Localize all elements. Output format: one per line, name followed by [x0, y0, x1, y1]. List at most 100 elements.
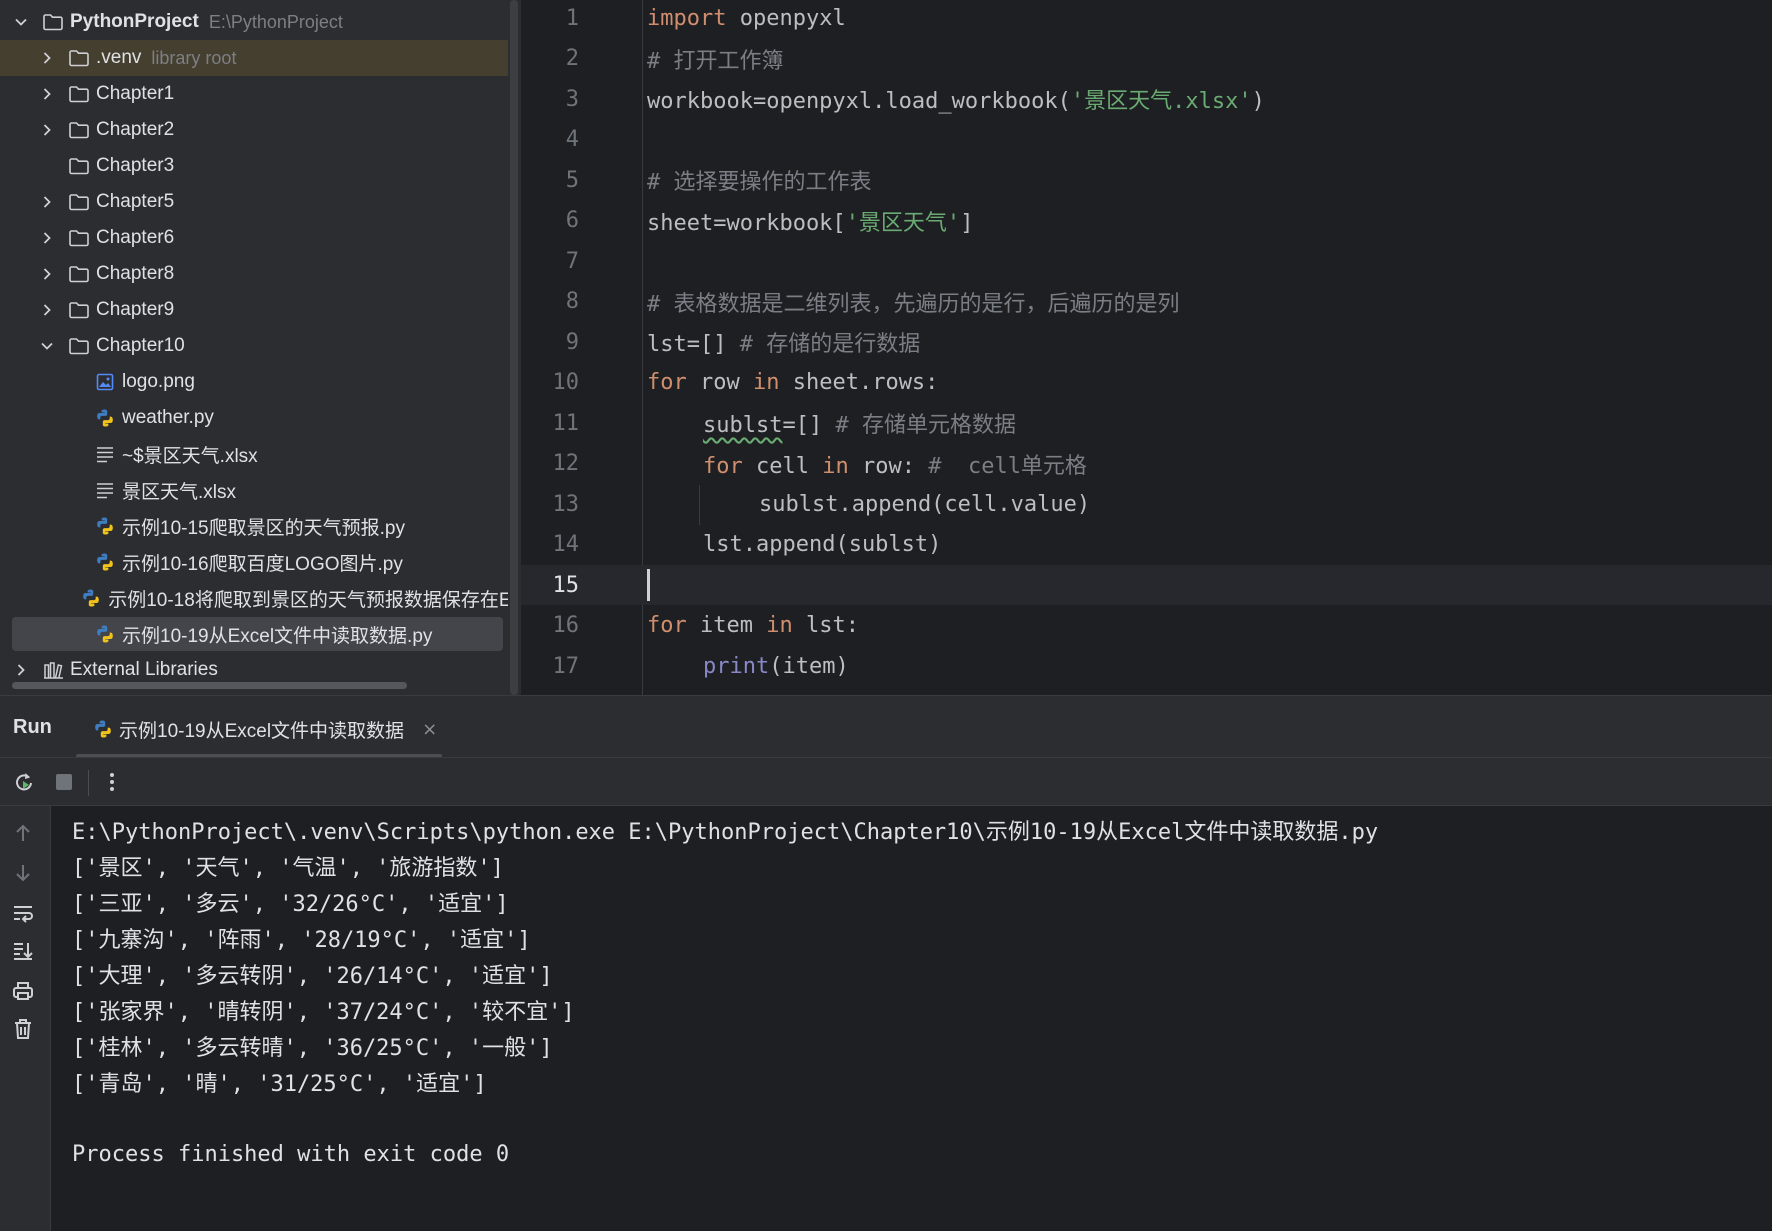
- tree-row-label: Chapter8: [96, 263, 175, 284]
- console-line: ['景区', '天气', '气温', '旅游指数']: [72, 856, 504, 881]
- folder-icon: [68, 48, 90, 68]
- arrow-up-icon[interactable]: [10, 820, 36, 846]
- tree-row[interactable]: 示例10-19从Excel文件中读取数据.py: [0, 616, 521, 652]
- code-line[interactable]: 14 lst.append(sublst): [521, 525, 1772, 565]
- chevron-right-icon[interactable]: [40, 231, 54, 245]
- tree-row[interactable]: Chapter1: [0, 76, 521, 112]
- chevron-right-icon[interactable]: [14, 663, 28, 677]
- tree-row-label: .venv: [96, 47, 142, 68]
- python-file-icon: [94, 408, 116, 428]
- arrow-down-icon[interactable]: [10, 860, 36, 886]
- tree-row-label: 示例10-18将爬取到景区的天气预报数据保存在Ex: [108, 589, 521, 611]
- tree-row[interactable]: 示例10-16爬取百度LOGO图片.py: [0, 544, 521, 580]
- code-line[interactable]: 10 for row in sheet.rows:: [521, 363, 1772, 403]
- tree-row-hint: E:\PythonProject: [208, 11, 343, 32]
- code-line[interactable]: 12 for cell in row: # cell单元格: [521, 444, 1772, 484]
- chevron-right-icon[interactable]: [40, 51, 54, 65]
- tree-row[interactable]: Chapter5: [0, 184, 521, 220]
- code-token: openpyxl: [726, 5, 846, 31]
- folder-icon: [42, 12, 64, 32]
- chevron-right-icon[interactable]: [40, 267, 54, 281]
- keyword-token: for: [647, 613, 687, 638]
- tree-row-label: Chapter10: [96, 335, 185, 356]
- console-line: ['三亚', '多云', '32/26°C', '适宜']: [72, 892, 509, 917]
- tree-row[interactable]: 景区天气.xlsx: [0, 472, 521, 508]
- line-number: 8: [565, 289, 579, 314]
- tree-row[interactable]: 示例10-18将爬取到景区的天气预报数据保存在Ex: [0, 580, 521, 616]
- tree-row[interactable]: Chapter9: [0, 292, 521, 328]
- tree-row[interactable]: Chapter10: [0, 328, 521, 364]
- scroll-to-end-icon[interactable]: [10, 938, 36, 964]
- tree-row[interactable]: logo.png: [0, 364, 521, 400]
- console-output[interactable]: E:\PythonProject\.venv\Scripts\python.ex…: [72, 806, 1762, 1231]
- code-token: sheet=workbook[: [647, 210, 846, 236]
- tree-row-label: Chapter3: [96, 155, 175, 176]
- code-line[interactable]: 8 # 表格数据是二维列表，先遍历的是行，后遍历的是列: [521, 282, 1772, 322]
- indent-guide: [699, 485, 700, 525]
- line-number: 7: [565, 248, 579, 274]
- console-line: ['青岛', '晴', '31/25°C', '适宜']: [72, 1072, 487, 1097]
- trash-icon[interactable]: [10, 1016, 36, 1042]
- chevron-right-icon[interactable]: [40, 303, 54, 317]
- chevron-down-icon[interactable]: [14, 15, 28, 29]
- code-line[interactable]: 13 sublst.append(cell.value): [521, 484, 1772, 524]
- code-line[interactable]: 2 # 打开工作簿: [521, 39, 1772, 79]
- more-options-icon[interactable]: [100, 770, 124, 794]
- tree-row[interactable]: Chapter2: [0, 112, 521, 148]
- code-token: item: [686, 613, 767, 638]
- folder-icon: [68, 156, 90, 176]
- code-line[interactable]: 7: [521, 241, 1772, 281]
- code-line[interactable]: 1 import openpyxl: [521, 0, 1772, 38]
- code-line[interactable]: 9 lst=[] # 存储的是行数据: [521, 322, 1772, 362]
- code-line[interactable]: 11 sublst=[] # 存储单元格数据: [521, 403, 1772, 443]
- tree-row-label: External Libraries: [70, 659, 218, 680]
- keyword-token: for: [703, 453, 743, 479]
- tree-row[interactable]: weather.py: [0, 400, 521, 436]
- folder-icon: [68, 84, 90, 104]
- line-number: 3: [565, 86, 579, 112]
- chevron-right-icon[interactable]: [40, 195, 54, 209]
- soft-wrap-icon[interactable]: [10, 900, 36, 926]
- tree-row[interactable]: .venv library root: [0, 40, 521, 76]
- tree-row-label: Chapter5: [96, 191, 175, 212]
- chevron-down-icon[interactable]: [40, 339, 54, 353]
- code-line[interactable]: 16 for item in lst:: [521, 606, 1772, 646]
- code-line[interactable]: 6 sheet=workbook['景区天气']: [521, 201, 1772, 241]
- run-toolbar: [0, 757, 1772, 806]
- code-line[interactable]: 17 print(item): [521, 646, 1772, 686]
- print-icon[interactable]: [10, 978, 36, 1004]
- tree-vertical-scrollbar[interactable]: [510, 0, 518, 695]
- tree-row[interactable]: ~$景区天气.xlsx: [0, 436, 521, 472]
- code-line[interactable]: 3 workbook=openpyxl.load_workbook('景区天气.x…: [521, 79, 1772, 119]
- tree-row[interactable]: 示例10-15爬取景区的天气预报.py: [0, 508, 521, 544]
- tree-row[interactable]: Chapter6: [0, 220, 521, 256]
- code-line[interactable]: 5 # 选择要操作的工作表: [521, 160, 1772, 200]
- tree-row[interactable]: Chapter3: [0, 148, 521, 184]
- rerun-icon[interactable]: [12, 770, 36, 794]
- line-number: 11: [552, 410, 580, 436]
- tree-row-label: 景区天气.xlsx: [122, 481, 237, 503]
- tree-row[interactable]: Chapter8: [0, 256, 521, 292]
- code-token: row:: [848, 453, 929, 479]
- line-number: 1: [565, 5, 579, 31]
- line-number: 9: [565, 329, 579, 355]
- text-file-icon: [94, 444, 116, 464]
- chevron-right-icon[interactable]: [40, 123, 54, 137]
- console-line: ['桂林', '多云转晴', '36/25°C', '一般']: [72, 1036, 553, 1061]
- line-number: 5: [565, 167, 579, 193]
- stop-icon[interactable]: [52, 770, 76, 794]
- code-line[interactable]: 4: [521, 120, 1772, 160]
- code-editor[interactable]: 1 import openpyxl 2 # 打开工作簿 3 workbook=openpy…: [521, 0, 1772, 695]
- run-tab[interactable]: 示例10-19从Excel文件中读取数据 ×: [76, 704, 442, 754]
- tree-row[interactable]: PythonProject E:\PythonProject: [0, 4, 521, 40]
- close-icon[interactable]: ×: [422, 719, 437, 740]
- chevron-right-icon[interactable]: [40, 87, 54, 101]
- code-line[interactable]: 15: [521, 565, 1772, 605]
- tree-horizontal-scrollbar[interactable]: [12, 682, 407, 689]
- line-number: 15: [552, 572, 580, 598]
- code-text: # 表格数据是二维列表，先遍历的是行，后遍历的是列: [647, 286, 1180, 318]
